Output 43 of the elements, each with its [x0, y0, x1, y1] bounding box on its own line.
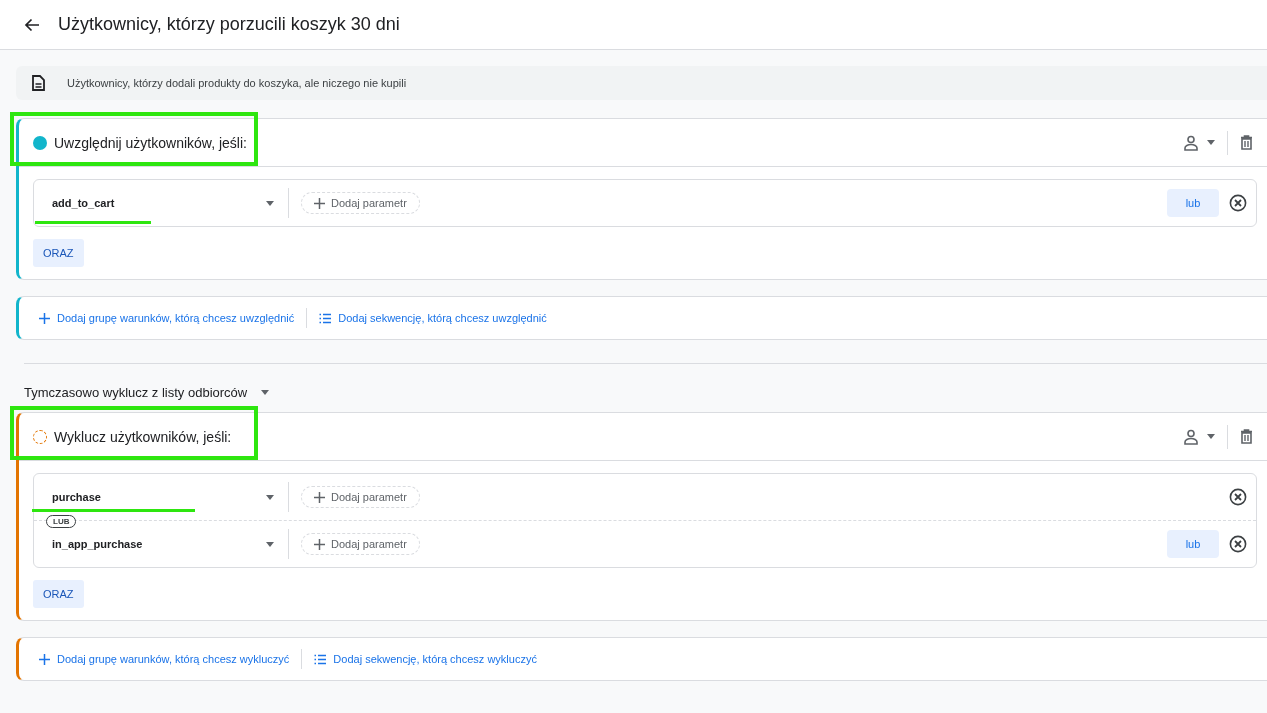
event-dropdown[interactable]: add_to_cart [34, 197, 288, 209]
person-icon[interactable] [1183, 428, 1199, 445]
or-button[interactable]: lub [1167, 530, 1219, 558]
add-parameter-button[interactable]: Dodaj parametr [301, 533, 420, 555]
plus-icon [39, 653, 50, 665]
add-parameter-button[interactable]: Dodaj parametr [301, 486, 420, 508]
document-icon [32, 75, 45, 91]
event-dropdown[interactable]: in_app_purchase [34, 538, 288, 550]
group-title: Wyklucz użytkowników, jeśli: [54, 428, 232, 445]
close-icon[interactable] [1229, 488, 1247, 506]
description-text: Użytkownicy, którzy dodali produkty do koszyka, ale niczego nie kupili [67, 77, 407, 89]
caret-icon[interactable] [266, 494, 274, 500]
caret-icon[interactable] [1207, 140, 1215, 145]
add-group-link[interactable]: Dodaj grupę warunków, którą chcesz wykluczyć [39, 653, 290, 665]
group-title: Uwzględnij użytkowników, jeśli: [54, 134, 247, 151]
plus-icon [314, 197, 325, 209]
and-button[interactable]: ORAZ [33, 580, 84, 608]
group-dot-icon [33, 135, 47, 150]
add-group-link[interactable]: Dodaj grupę warunków, którą chcesz uwzględnić [39, 312, 295, 324]
add-sequence-link[interactable]: Dodaj sekwencję, którą chcesz uwzględnić [319, 312, 547, 324]
plus-icon [39, 312, 50, 324]
plus-icon [314, 491, 325, 503]
close-icon[interactable] [1229, 194, 1247, 212]
caret-icon[interactable] [261, 390, 270, 395]
close-icon[interactable] [1229, 535, 1247, 553]
trash-icon[interactable] [1240, 135, 1253, 150]
and-button[interactable]: ORAZ [33, 239, 84, 267]
list-icon [319, 312, 332, 324]
or-button[interactable]: lub [1167, 189, 1219, 217]
caret-icon[interactable] [266, 541, 274, 547]
caret-icon[interactable] [266, 200, 274, 206]
page-title: Użytkownicy, którzy porzucili koszyk 30 dni [58, 14, 400, 35]
list-icon [314, 653, 327, 665]
plus-icon [314, 538, 325, 550]
add-sequence-link[interactable]: Dodaj sekwencję, którą chcesz wykluczyć [314, 653, 537, 665]
back-arrow-icon[interactable] [24, 16, 40, 33]
trash-icon[interactable] [1240, 429, 1253, 444]
person-icon[interactable] [1183, 134, 1199, 151]
add-parameter-button[interactable]: Dodaj parametr [301, 192, 420, 214]
section-label: Tymczasowo wyklucz z listy odbiorców [24, 385, 248, 400]
event-dropdown[interactable]: purchase [34, 491, 288, 503]
or-connector-label: LUB [46, 515, 77, 528]
caret-icon[interactable] [1207, 434, 1215, 439]
